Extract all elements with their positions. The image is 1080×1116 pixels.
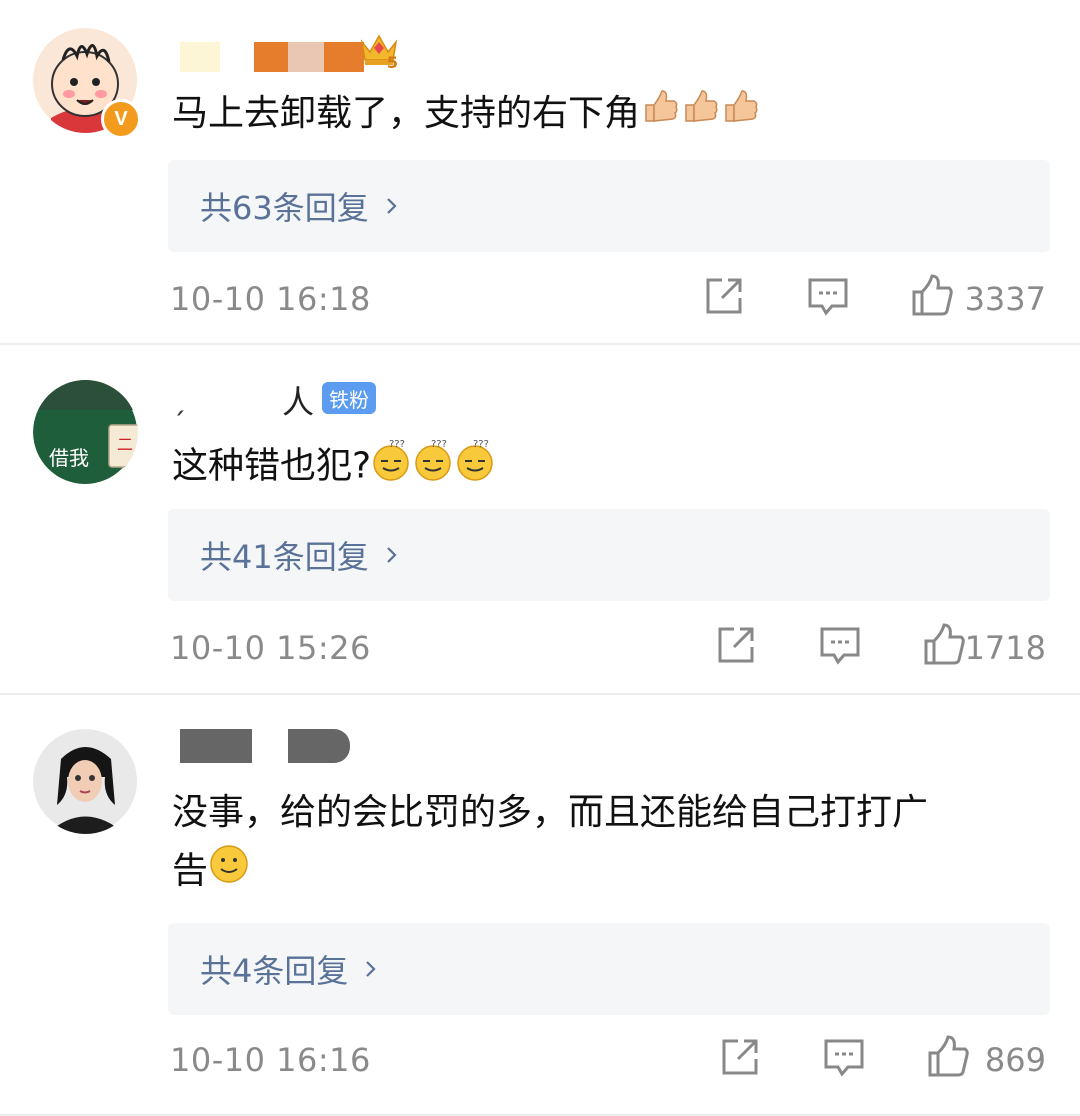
svg-text:???: ??? (389, 439, 405, 450)
comment-icon[interactable] (822, 1035, 866, 1079)
view-replies-button[interactable]: 共63条回复 (168, 160, 1050, 252)
svg-text:二: 二 (117, 435, 133, 454)
comment-text: 这种错也犯? ??? ??? ??? (172, 437, 495, 498)
avatar[interactable] (33, 729, 138, 834)
like-count: 869 (984, 1041, 1046, 1079)
replies-label: 共63条回复 (200, 189, 369, 227)
level-number: 5 (386, 53, 398, 72)
comment-meta: 10-10 16:16 869 (170, 1035, 1046, 1085)
timestamp: 10-10 16:16 (170, 1041, 371, 1079)
comment-text: 没事，给的会比罚的多，而且还能给自己打打广 (172, 785, 928, 841)
replies-label: 共41条回复 (200, 538, 369, 576)
chevron-right-icon (386, 547, 397, 563)
like-icon[interactable] (922, 623, 966, 667)
verified-badge: V (101, 99, 141, 139)
svg-text:???: ??? (431, 439, 447, 450)
comment-item: 二 借我 ˏ 人 铁粉 这种错也犯? ??? ??? ??? 共41条回复 10… (0, 345, 1080, 695)
share-icon[interactable] (702, 274, 746, 318)
comment-item: V 5 马上去卸载了，支持的右下角 共63条回复 10-10 16:18 333… (0, 0, 1080, 345)
like-count: 1718 (964, 629, 1046, 667)
thumbs-up-icon (640, 87, 760, 144)
comment-meta: 10-10 16:18 3337 (170, 274, 1046, 324)
like-icon[interactable] (926, 1035, 970, 1079)
crown-level-icon: 5 (358, 30, 400, 72)
comment-icon[interactable] (806, 274, 850, 318)
comment-text: 马上去卸载了，支持的右下角 (172, 86, 760, 144)
chevron-right-icon (386, 198, 397, 214)
like-count: 3337 (964, 280, 1046, 318)
comment-item: 没事，给的会比罚的多，而且还能给自己打打广 告 共4条回复 10-10 16:1… (0, 695, 1080, 1116)
doubt-face-icon: ??? ??? ??? (371, 437, 495, 498)
avatar[interactable]: 二 借我 (33, 380, 138, 485)
username[interactable] (172, 729, 372, 775)
svg-text:???: ??? (473, 439, 489, 450)
timestamp: 10-10 15:26 (170, 629, 371, 667)
like-icon[interactable] (910, 274, 954, 318)
fan-badge: 铁粉 (322, 382, 376, 414)
comment-icon[interactable] (818, 623, 862, 667)
comment-text-line: 这种错也犯? (172, 445, 372, 487)
view-replies-button[interactable]: 共41条回复 (168, 509, 1050, 601)
smile-face-icon (208, 843, 250, 902)
avatar-text: 借我 (49, 446, 89, 470)
share-icon[interactable] (714, 623, 758, 667)
share-icon[interactable] (718, 1035, 762, 1079)
comment-text-line: 告 (172, 850, 209, 892)
view-replies-button[interactable]: 共4条回复 (168, 923, 1050, 1015)
timestamp: 10-10 16:18 (170, 280, 371, 318)
comment-text-continued: 告 (172, 843, 250, 902)
comment-text-line: 没事，给的会比罚的多，而且还能给自己打打广 (172, 792, 929, 833)
comment-meta: 10-10 15:26 1718 (170, 623, 1046, 673)
chevron-right-icon (366, 961, 376, 977)
username-text: 人 (282, 383, 315, 421)
comment-text-line: 马上去卸载了，支持的右下角 (172, 93, 641, 134)
replies-label: 共4条回复 (200, 952, 349, 990)
